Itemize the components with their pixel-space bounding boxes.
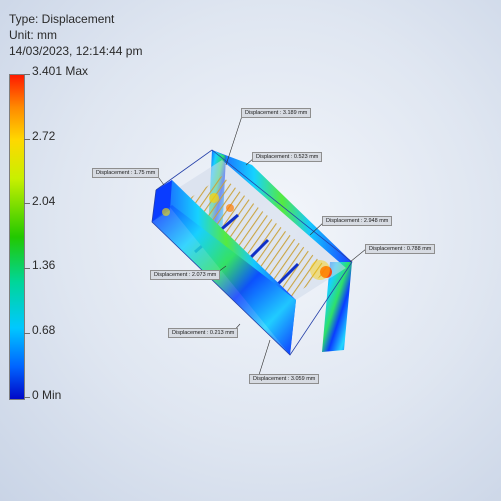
displacement-hotspot (209, 193, 219, 203)
probe-callout[interactable]: Displacement : 2.073 mm (150, 270, 221, 280)
probe-callout[interactable]: Displacement : 2.948 mm (322, 216, 393, 226)
probe-callout[interactable]: Displacement : 1.75 mm (92, 168, 160, 178)
displacement-hotspot-halo (310, 260, 330, 280)
displacement-hotspot (162, 208, 170, 216)
displacement-hotspot (226, 204, 234, 212)
probe-callout[interactable]: Displacement : 3.059 mm (249, 374, 320, 384)
probe-callout[interactable]: Displacement : 0.213 mm (168, 328, 239, 338)
probe-callout[interactable]: Displacement : 0.788 mm (365, 244, 436, 254)
probe-callout[interactable]: Displacement : 0.523 mm (252, 152, 323, 162)
probe-callout[interactable]: Displacement : 3.189 mm (241, 108, 312, 118)
